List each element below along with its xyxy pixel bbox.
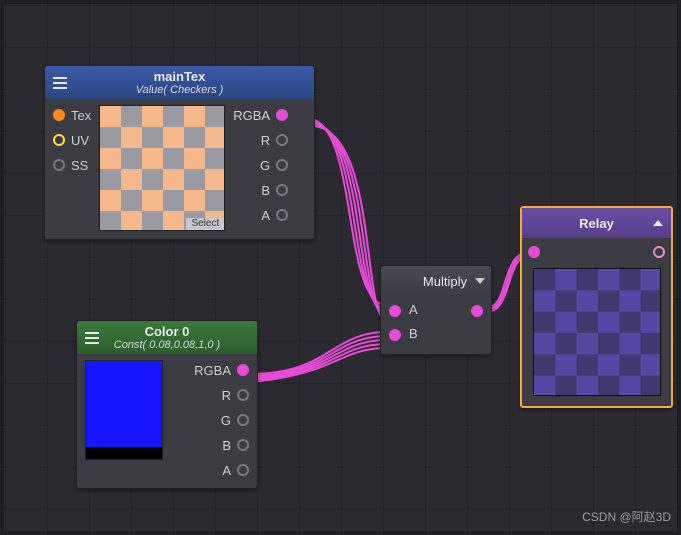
node-multiply-header[interactable]: Multiply bbox=[381, 266, 491, 296]
relay-output-port[interactable] bbox=[653, 246, 665, 258]
output-port-rgba[interactable]: RGBA bbox=[233, 105, 288, 125]
node-color0-header[interactable]: Color 0 Const( 0.08,0.08,1,0 ) bbox=[77, 321, 257, 354]
texture-preview[interactable]: Select bbox=[99, 105, 225, 231]
node-relay-title: Relay bbox=[579, 216, 614, 231]
multiply-input-label-a: A bbox=[409, 302, 418, 317]
color0-output-port-b[interactable]: B bbox=[222, 435, 249, 455]
node-color0[interactable]: Color 0 Const( 0.08,0.08,1,0 ) RGBA R G … bbox=[76, 320, 258, 489]
multiply-input-port-b[interactable] bbox=[389, 329, 401, 341]
output-label-g: G bbox=[260, 158, 270, 173]
input-port-ss[interactable]: SS bbox=[53, 155, 91, 175]
input-label-uv: UV bbox=[71, 133, 89, 148]
output-port-r[interactable]: R bbox=[261, 130, 288, 150]
node-maintex-subtitle: Value( Checkers ) bbox=[136, 84, 224, 96]
hamburger-icon[interactable] bbox=[85, 332, 99, 344]
color0-output-label-a: A bbox=[222, 463, 231, 478]
output-port-g[interactable]: G bbox=[260, 155, 288, 175]
multiply-input-label-b: B bbox=[409, 326, 418, 341]
output-label-rgba: RGBA bbox=[233, 108, 270, 123]
color0-output-label-g: G bbox=[221, 413, 231, 428]
chevron-up-icon[interactable] bbox=[653, 220, 663, 226]
input-label-tex: Tex bbox=[71, 108, 91, 123]
input-port-tex[interactable]: Tex bbox=[53, 105, 91, 125]
output-label-r: R bbox=[261, 133, 270, 148]
multiply-output-port[interactable] bbox=[471, 305, 483, 317]
hamburger-icon[interactable] bbox=[53, 77, 67, 89]
node-relay[interactable]: Relay bbox=[520, 206, 673, 408]
output-label-a: A bbox=[261, 208, 270, 223]
relay-input-port[interactable] bbox=[528, 246, 540, 258]
color0-output-port-rgba[interactable]: RGBA bbox=[194, 360, 249, 380]
color0-output-label-rgba: RGBA bbox=[194, 363, 231, 378]
color0-output-label-r: R bbox=[222, 388, 231, 403]
color0-output-port-r[interactable]: R bbox=[222, 385, 249, 405]
node-maintex-title: mainTex bbox=[154, 69, 206, 84]
output-label-b: B bbox=[261, 183, 270, 198]
node-maintex[interactable]: mainTex Value( Checkers ) Tex UV SS Sele… bbox=[44, 65, 315, 240]
multiply-input-port-a[interactable] bbox=[389, 305, 401, 317]
chevron-down-icon[interactable] bbox=[475, 278, 485, 284]
color0-output-port-g[interactable]: G bbox=[221, 410, 249, 430]
node-color0-title: Color 0 bbox=[145, 324, 190, 339]
color0-output-label-b: B bbox=[222, 438, 231, 453]
color0-output-port-a[interactable]: A bbox=[222, 460, 249, 480]
select-button[interactable]: Select bbox=[186, 218, 224, 230]
node-multiply-title: Multiply bbox=[423, 274, 467, 289]
relay-preview bbox=[533, 268, 661, 396]
node-relay-header[interactable]: Relay bbox=[522, 208, 671, 238]
multiply-row-a: A bbox=[389, 302, 483, 320]
output-port-b[interactable]: B bbox=[261, 180, 288, 200]
output-port-a[interactable]: A bbox=[261, 205, 288, 225]
watermark: CSDN @阿赵3D bbox=[582, 508, 671, 525]
node-maintex-header[interactable]: mainTex Value( Checkers ) bbox=[45, 66, 314, 99]
multiply-row-b: B bbox=[389, 326, 483, 344]
node-color0-subtitle: Const( 0.08,0.08,1,0 ) bbox=[114, 339, 220, 351]
color-swatch[interactable] bbox=[85, 360, 163, 460]
input-label-ss: SS bbox=[71, 158, 88, 173]
input-port-uv[interactable]: UV bbox=[53, 130, 91, 150]
node-multiply[interactable]: Multiply A B bbox=[380, 265, 492, 355]
